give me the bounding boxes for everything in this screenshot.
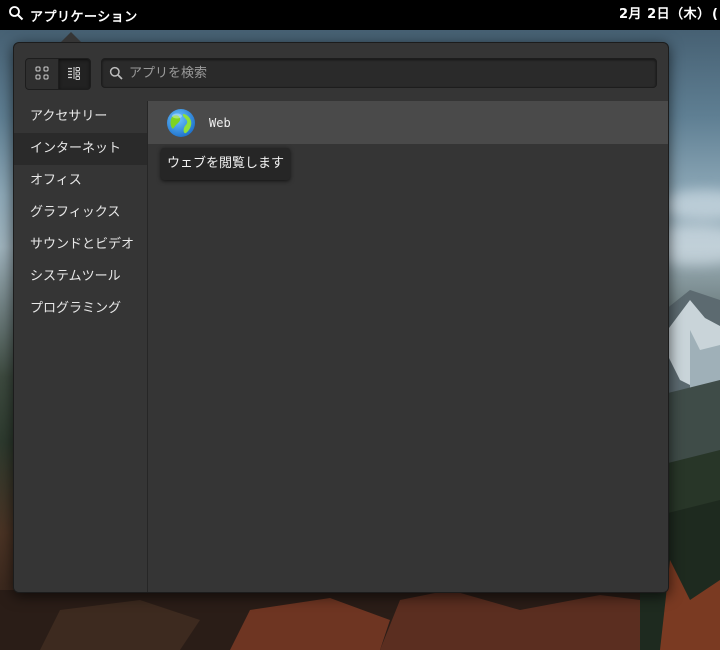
- category-list-icon: [67, 65, 81, 84]
- app-name: Web: [209, 115, 231, 130]
- category-programming[interactable]: プログラミング: [14, 293, 147, 325]
- panel-indicator-partial[interactable]: (: [712, 0, 718, 30]
- top-panel: アプリケーション 2月 2日（木） (: [0, 0, 720, 30]
- search-icon: [8, 5, 24, 25]
- application-menu-popover: アクセサリー インターネット オフィス グラフィックス サウンドとビデオ システ…: [13, 42, 669, 593]
- clock-date[interactable]: 2月 2日（木）: [619, 0, 711, 30]
- grid-view-button[interactable]: [26, 59, 58, 89]
- grid-icon: [35, 65, 49, 84]
- category-sound-video[interactable]: サウンドとビデオ: [14, 229, 147, 261]
- category-sidebar: アクセサリー インターネット オフィス グラフィックス サウンドとビデオ システ…: [14, 101, 148, 592]
- category-system-tools[interactable]: システムツール: [14, 261, 147, 293]
- category-internet[interactable]: インターネット: [14, 133, 147, 165]
- category-graphics[interactable]: グラフィックス: [14, 197, 147, 229]
- popover-pointer: [61, 32, 81, 42]
- category-accessories[interactable]: アクセサリー: [14, 101, 147, 133]
- applications-label: アプリケーション: [30, 9, 138, 25]
- app-tooltip: ウェブを閲覧します: [161, 148, 291, 180]
- web-browser-globe-icon: [166, 108, 196, 138]
- applications-menu-button[interactable]: アプリケーション: [8, 0, 138, 30]
- app-search-field[interactable]: [101, 58, 657, 88]
- search-icon: [109, 66, 123, 80]
- category-view-button[interactable]: [57, 59, 90, 89]
- category-office[interactable]: オフィス: [14, 165, 147, 197]
- app-item-web[interactable]: Web: [148, 101, 668, 144]
- view-mode-toggle: [25, 58, 91, 90]
- app-search-input[interactable]: [127, 64, 631, 82]
